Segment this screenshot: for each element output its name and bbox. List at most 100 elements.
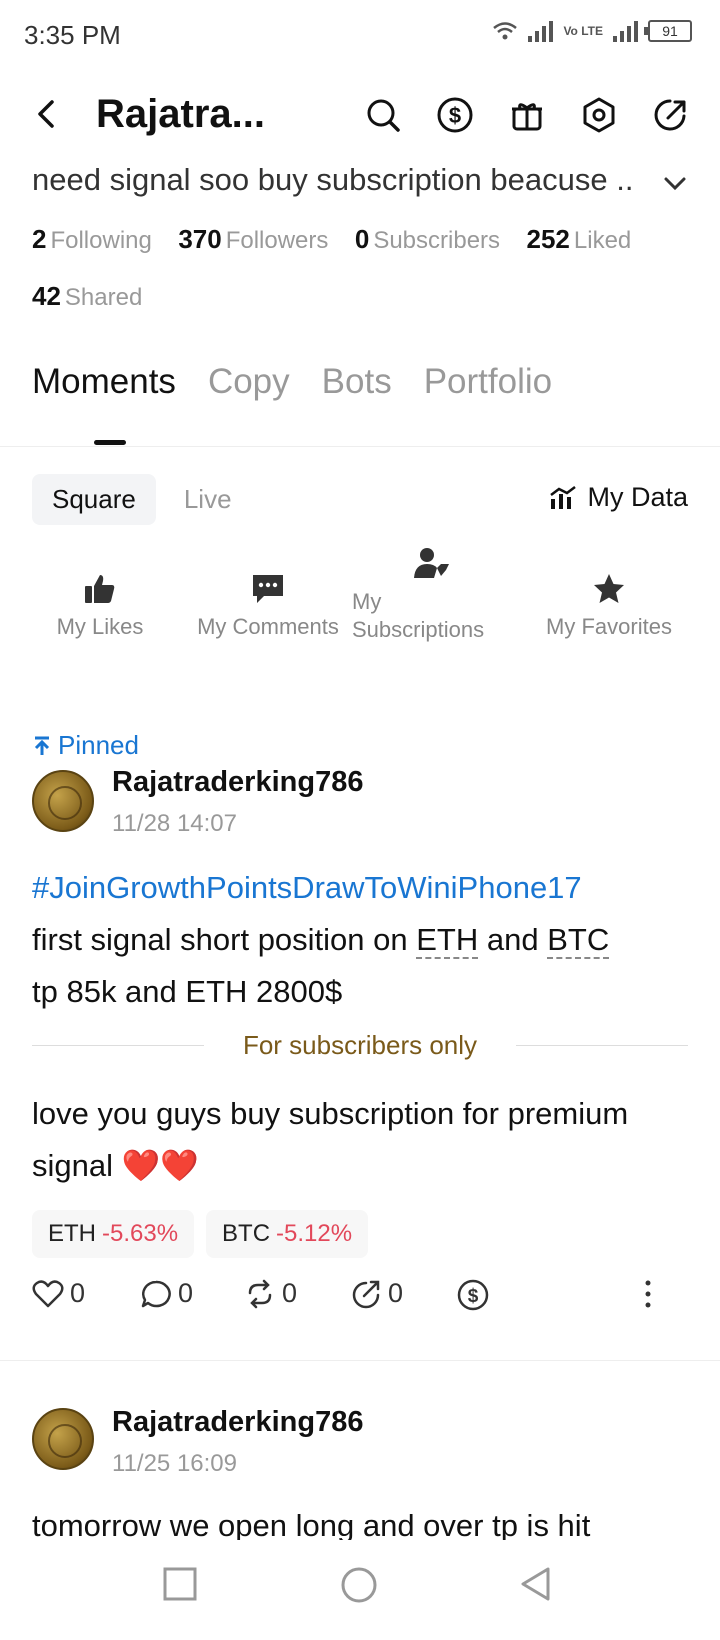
post-time: 11/25 16:09: [112, 1450, 238, 1477]
svg-text:$: $: [468, 1286, 479, 1307]
comment-count: 0: [178, 1278, 194, 1308]
stat-liked: 252 Liked: [527, 224, 632, 255]
avatar[interactable]: [32, 1408, 94, 1470]
coin-link-eth[interactable]: ETH: [416, 922, 479, 959]
like-button[interactable]: 0: [32, 1278, 85, 1309]
stat-value: 42: [32, 281, 61, 311]
share-button[interactable]: 0: [350, 1278, 403, 1309]
my-data-button[interactable]: My Data: [549, 482, 688, 513]
post-author[interactable]: Rajatraderking786: [112, 766, 363, 799]
share-count: 0: [388, 1278, 404, 1308]
post-body[interactable]: tomorrow we open long and over tp is hit: [32, 1500, 692, 1540]
heart-icon: [32, 1279, 64, 1307]
my-comments-button[interactable]: My Comments: [188, 560, 348, 640]
dollar-tip-icon[interactable]: $: [434, 94, 476, 136]
stat-label: Subscribers: [373, 227, 501, 254]
tabs-divider: [0, 446, 720, 447]
volte-badge: Vo LTE: [563, 23, 603, 38]
gift-icon[interactable]: [506, 94, 548, 136]
battery-indicator: 91: [644, 20, 692, 42]
stat-following[interactable]: 2 Following: [32, 224, 152, 255]
post-body[interactable]: #JoinGrowthPointsDrawToWiniPhone17 first…: [32, 862, 692, 1018]
coin-change: -5.12%: [276, 1220, 353, 1247]
subtab-square[interactable]: Square: [32, 474, 156, 525]
post-separator: [0, 1360, 720, 1361]
stat-label: Followers: [225, 227, 329, 254]
stat-subscribers[interactable]: 0 Subscribers: [355, 224, 500, 255]
post-author[interactable]: Rajatraderking786: [112, 1406, 363, 1439]
back-triangle-icon[interactable]: [518, 1566, 554, 1602]
system-nav-bar: [0, 1540, 720, 1640]
home-circle-icon[interactable]: [340, 1566, 378, 1604]
comment-button[interactable]: 0: [140, 1278, 193, 1309]
status-bar: 3:35 PM Vo LTE 91: [0, 0, 720, 72]
user-subscription-icon: [414, 548, 449, 578]
coin-tags: ETH -5.63% BTC -5.12%: [32, 1210, 369, 1258]
post-hashtag[interactable]: #JoinGrowthPointsDrawToWiniPhone17: [32, 862, 692, 914]
back-arrow-icon[interactable]: [30, 96, 66, 132]
settings-hexagon-icon[interactable]: [578, 94, 620, 136]
comment-bubble-icon: [253, 575, 283, 603]
more-vertical-icon: [645, 1280, 651, 1308]
repost-button[interactable]: 0: [244, 1278, 297, 1309]
post-text-part: first signal short position on: [32, 922, 417, 957]
share-icon: [352, 1280, 380, 1308]
status-time: 3:35 PM: [24, 20, 121, 50]
share-icon[interactable]: [650, 94, 692, 136]
subtab-live[interactable]: Live: [164, 474, 252, 525]
coin-symbol: BTC: [222, 1220, 271, 1247]
shortcut-label: My Comments: [197, 614, 339, 639]
my-data-label: My Data: [587, 482, 688, 512]
coin-change: -5.63%: [102, 1220, 179, 1247]
stat-shared: 42 Shared: [32, 281, 142, 312]
profile-title: Rajatra...: [96, 92, 265, 136]
signal-strength-2-icon: [613, 20, 638, 42]
pin-arrow-icon: [34, 736, 50, 755]
pinned-badge: Pinned: [32, 730, 139, 761]
stat-followers[interactable]: 370 Followers: [178, 224, 328, 255]
search-icon[interactable]: [362, 94, 404, 136]
profile-stats: 2 Following 370 Followers 0 Subscribers 252…: [32, 224, 692, 338]
my-subscriptions-button[interactable]: My Subscriptions: [352, 546, 512, 644]
shortcut-label: My Favorites: [546, 614, 672, 639]
profile-tabs: Moments Copy Bots Portfolio: [32, 362, 552, 402]
coin-link-btc[interactable]: BTC: [547, 922, 610, 959]
dollar-tip-icon: $: [457, 1279, 489, 1311]
profile-bio: need signal soo buy subscription beacuse…: [32, 162, 634, 197]
like-count: 0: [70, 1278, 86, 1308]
star-icon: [594, 574, 624, 603]
tab-portfolio[interactable]: Portfolio: [424, 362, 552, 402]
shortcut-label: My Subscriptions: [352, 589, 485, 642]
tip-button[interactable]: $: [456, 1278, 490, 1312]
signal-strength-icon: [528, 20, 554, 42]
status-icons: Vo LTE 91: [492, 20, 692, 42]
active-tab-indicator: [94, 440, 126, 445]
repost-icon: [248, 1279, 272, 1308]
stat-label: Liked: [573, 227, 632, 254]
post-time: 11/28 14:07: [112, 810, 238, 837]
shortcut-label: My Likes: [56, 614, 144, 639]
stat-value: 0: [354, 224, 370, 254]
chart-icon: [550, 485, 577, 509]
tab-bots[interactable]: Bots: [322, 362, 392, 402]
recents-square-icon[interactable]: [162, 1566, 198, 1602]
chevron-down-icon[interactable]: [660, 168, 690, 198]
my-favorites-button[interactable]: My Favorites: [524, 560, 694, 640]
post-actions: 0 0 0 0 $: [32, 1278, 692, 1318]
coin-tag-btc[interactable]: BTC -5.12%: [206, 1210, 369, 1258]
comment-icon: [141, 1280, 171, 1307]
svg-text:$: $: [449, 103, 461, 128]
repost-count: 0: [282, 1278, 298, 1308]
more-options-button[interactable]: [638, 1278, 658, 1310]
tab-moments[interactable]: Moments: [32, 362, 176, 402]
coin-symbol: ETH: [48, 1220, 96, 1247]
profile-header: Rajatra... $: [0, 84, 720, 148]
coin-tag-eth[interactable]: ETH -5.63%: [32, 1210, 195, 1258]
activity-shortcuts: My Likes My Comments My Subscriptions My…: [0, 548, 720, 670]
pinned-label: Pinned: [58, 730, 139, 760]
header-actions: $: [362, 94, 692, 136]
avatar[interactable]: [32, 770, 94, 832]
tab-copy[interactable]: Copy: [208, 362, 290, 402]
my-likes-button[interactable]: My Likes: [52, 560, 148, 640]
stat-label: Shared: [64, 284, 143, 311]
